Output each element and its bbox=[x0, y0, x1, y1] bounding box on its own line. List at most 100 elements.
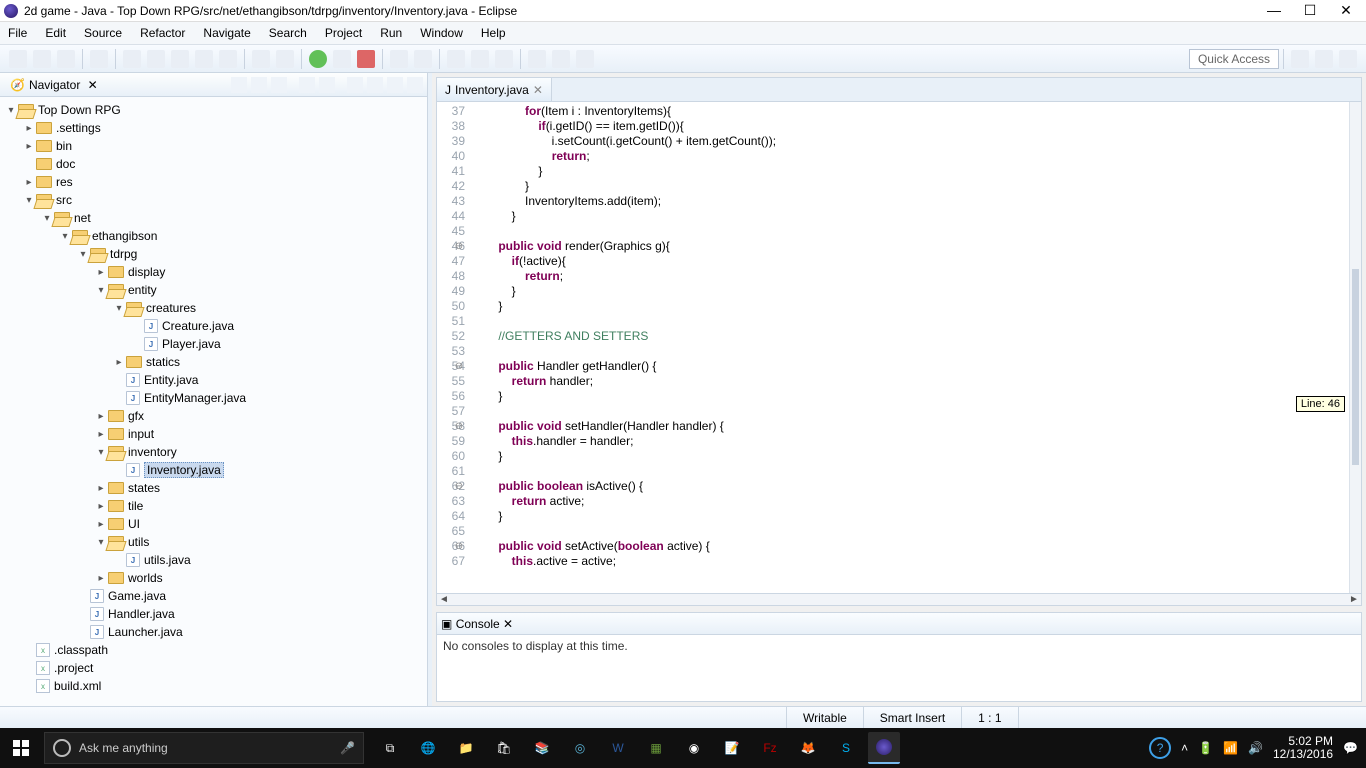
expand-icon[interactable]: ▸ bbox=[94, 483, 108, 494]
tree-item[interactable]: ▸display bbox=[0, 263, 427, 281]
menu-help[interactable]: Help bbox=[481, 26, 506, 40]
expand-icon[interactable]: ▸ bbox=[94, 519, 108, 530]
tree-item[interactable]: ▸gfx bbox=[0, 407, 427, 425]
start-button[interactable] bbox=[0, 728, 42, 768]
tree-item[interactable]: ▸bin bbox=[0, 137, 427, 155]
menu-search[interactable]: Search bbox=[269, 26, 307, 40]
tree-item[interactable]: JCreature.java bbox=[0, 317, 427, 335]
line-number-gutter[interactable]: 37383940414243444546⊖4748495051525354⊖55… bbox=[437, 102, 485, 593]
minecraft-icon[interactable]: ▦ bbox=[640, 732, 672, 764]
wifi-icon[interactable]: 📶 bbox=[1223, 741, 1238, 755]
mic-icon[interactable]: 🎤 bbox=[340, 741, 355, 755]
open-type-button[interactable] bbox=[252, 50, 270, 68]
tree-item[interactable]: ▾ethangibson bbox=[0, 227, 427, 245]
expand-icon[interactable]: ▸ bbox=[112, 357, 126, 368]
filezilla-icon[interactable]: Fz bbox=[754, 732, 786, 764]
menu-window[interactable]: Window bbox=[420, 26, 463, 40]
tree-item[interactable]: JLauncher.java bbox=[0, 623, 427, 641]
tree-item[interactable]: ▸worlds bbox=[0, 569, 427, 587]
obs-icon[interactable]: ◎ bbox=[564, 732, 596, 764]
expand-icon[interactable]: ▸ bbox=[22, 141, 36, 152]
tree-item[interactable]: ▾tdrpg bbox=[0, 245, 427, 263]
annotation-next-button[interactable] bbox=[147, 50, 165, 68]
maximize-button[interactable]: ☐ bbox=[1302, 2, 1318, 19]
action-center-icon[interactable]: 💬 bbox=[1343, 741, 1358, 755]
skype-icon[interactable]: S bbox=[830, 732, 862, 764]
maximize-pane-icon[interactable] bbox=[407, 77, 423, 93]
tree-item[interactable]: ▾creatures bbox=[0, 299, 427, 317]
menu-refactor[interactable]: Refactor bbox=[140, 26, 185, 40]
menu-navigate[interactable]: Navigate bbox=[203, 26, 250, 40]
perspective-open[interactable] bbox=[1339, 50, 1357, 68]
tree-item[interactable]: ▾net bbox=[0, 209, 427, 227]
perspective-java[interactable] bbox=[1291, 50, 1309, 68]
tree-item[interactable]: ▾Top Down RPG bbox=[0, 101, 427, 119]
notepadpp-icon[interactable]: 📝 bbox=[716, 732, 748, 764]
mark-occurrences-button[interactable] bbox=[171, 50, 189, 68]
chrome-icon[interactable]: ◉ bbox=[678, 732, 710, 764]
debug-dropdown[interactable] bbox=[333, 50, 351, 68]
menu-edit[interactable]: Edit bbox=[45, 26, 66, 40]
winrar-icon[interactable]: 📚 bbox=[526, 732, 558, 764]
scroll-left-icon[interactable]: ◄ bbox=[437, 594, 451, 606]
menu-source[interactable]: Source bbox=[84, 26, 122, 40]
show-whitespace-button[interactable] bbox=[219, 50, 237, 68]
block-select-button[interactable] bbox=[195, 50, 213, 68]
nav-fwd-icon[interactable] bbox=[251, 77, 267, 93]
taskbar-clock[interactable]: 5:02 PM 12/13/2016 bbox=[1273, 735, 1333, 761]
tree-item[interactable]: ▸statics bbox=[0, 353, 427, 371]
focus-task-icon[interactable] bbox=[347, 77, 363, 93]
tree-item[interactable]: x.project bbox=[0, 659, 427, 677]
close-button[interactable]: ✕ bbox=[1338, 2, 1354, 19]
vertical-scrollbar[interactable] bbox=[1349, 102, 1361, 593]
open-project-button[interactable] bbox=[471, 50, 489, 68]
new-class-button[interactable] bbox=[414, 50, 432, 68]
scroll-right-icon[interactable]: ► bbox=[1347, 594, 1361, 606]
perspective-debug[interactable] bbox=[1315, 50, 1333, 68]
word-icon[interactable]: W bbox=[602, 732, 634, 764]
toggle-breadcrumb-button[interactable] bbox=[90, 50, 108, 68]
tree-item[interactable]: JHandler.java bbox=[0, 605, 427, 623]
new-package-button[interactable] bbox=[390, 50, 408, 68]
tree-item[interactable]: doc bbox=[0, 155, 427, 173]
tree-item[interactable]: ▾inventory bbox=[0, 443, 427, 461]
tree-item[interactable]: ▸states bbox=[0, 479, 427, 497]
tree-item[interactable]: ▸input bbox=[0, 425, 427, 443]
quick-access-field[interactable]: Quick Access bbox=[1189, 49, 1279, 69]
annotation-prev-button[interactable] bbox=[123, 50, 141, 68]
last-edit-button[interactable] bbox=[528, 50, 546, 68]
help-tray-icon[interactable]: ? bbox=[1149, 737, 1171, 759]
collapse-all-icon[interactable] bbox=[299, 77, 315, 93]
tree-item[interactable]: x.classpath bbox=[0, 641, 427, 659]
tree-item[interactable]: JPlayer.java bbox=[0, 335, 427, 353]
tree-item[interactable]: JEntity.java bbox=[0, 371, 427, 389]
expand-icon[interactable]: ▸ bbox=[94, 429, 108, 440]
menu-run[interactable]: Run bbox=[380, 26, 402, 40]
expand-icon[interactable]: ▸ bbox=[22, 177, 36, 188]
eclipse-taskbar-icon[interactable] bbox=[868, 732, 900, 764]
expand-icon[interactable]: ▸ bbox=[94, 573, 108, 584]
expand-icon[interactable]: ▸ bbox=[94, 501, 108, 512]
view-menu-icon[interactable] bbox=[367, 77, 383, 93]
tree-item[interactable]: ▾utils bbox=[0, 533, 427, 551]
tree-item[interactable]: ▸UI bbox=[0, 515, 427, 533]
task-view-icon[interactable]: ⧉ bbox=[374, 732, 406, 764]
tree-item[interactable]: JInventory.java bbox=[0, 461, 427, 479]
horizontal-scrollbar[interactable]: ◄ ► bbox=[436, 594, 1362, 606]
nav-up-icon[interactable] bbox=[271, 77, 287, 93]
menu-project[interactable]: Project bbox=[325, 26, 362, 40]
tree-item[interactable]: ▸res bbox=[0, 173, 427, 191]
tree-item[interactable]: ▾entity bbox=[0, 281, 427, 299]
close-tab-icon[interactable]: ✕ bbox=[533, 83, 543, 97]
cortana-search[interactable]: Ask me anything 🎤 bbox=[44, 732, 364, 764]
tree-item[interactable]: ▾src bbox=[0, 191, 427, 209]
run-button[interactable] bbox=[309, 50, 327, 68]
tree-item[interactable]: JGame.java bbox=[0, 587, 427, 605]
save-button[interactable] bbox=[33, 50, 51, 68]
save-all-button[interactable] bbox=[57, 50, 75, 68]
link-editor-icon[interactable] bbox=[319, 77, 335, 93]
expand-icon[interactable]: ▸ bbox=[22, 123, 36, 134]
store-icon[interactable]: 🛍 bbox=[488, 732, 520, 764]
search-button[interactable] bbox=[495, 50, 513, 68]
explorer-icon[interactable]: 📁 bbox=[450, 732, 482, 764]
